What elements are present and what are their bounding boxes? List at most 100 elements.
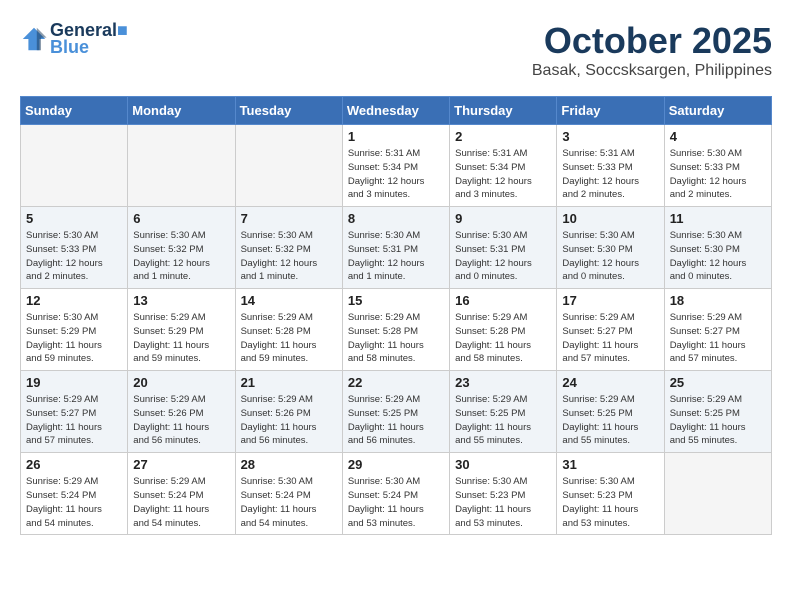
table-row: 5Sunrise: 5:30 AM Sunset: 5:33 PM Daylig… [21,207,128,289]
col-friday: Friday [557,97,664,125]
table-row: 8 Sunrise: 5:30 AM Sunset: 5:31 PM Daylig… [342,207,449,289]
table-row: 31 Sunrise: 5:30 AM Sunset: 5:23 PM Dayli… [557,453,664,535]
table-row: 7 Sunrise: 5:30 AM Sunset: 5:32 PM Daylig… [235,207,342,289]
table-row: 22 Sunrise: 5:29 AM Sunset: 5:25 PM Dayli… [342,371,449,453]
day-number: 30 [455,457,551,472]
day-info: Sunrise: 5:31 AM Sunset: 5:33 PM Dayligh… [562,147,658,202]
day-info: Sunrise: 5:29 AM Sunset: 5:27 PM Dayligh… [670,311,766,366]
calendar-week-row: 19 Sunrise: 5:29 AM Sunset: 5:27 PM Dayli… [21,371,772,453]
day-info: Sunrise: 5:30 AM Sunset: 5:30 PM Dayligh… [670,229,766,284]
day-info: Sunrise: 5:30 AM Sunset: 5:33 PM Dayligh… [26,229,122,284]
calendar-week-row: 1 Sunrise: 5:31 AM Sunset: 5:34 PM Daylig… [21,125,772,207]
day-number: 22 [348,375,444,390]
table-row: 9 Sunrise: 5:30 AM Sunset: 5:31 PM Daylig… [450,207,557,289]
day-number: 23 [455,375,551,390]
month-title: October 2025 [532,20,772,62]
table-row: 27 Sunrise: 5:29 AM Sunset: 5:24 PM Dayli… [128,453,235,535]
day-info: Sunrise: 5:29 AM Sunset: 5:29 PM Dayligh… [133,311,229,366]
table-row [664,453,771,535]
table-row: 6Sunrise: 5:30 AM Sunset: 5:32 PM Daylig… [128,207,235,289]
day-number: 14 [241,293,337,308]
day-info: Sunrise: 5:30 AM Sunset: 5:33 PM Dayligh… [670,147,766,202]
calendar-week-row: 12 Sunrise: 5:30 AM Sunset: 5:29 PM Dayli… [21,289,772,371]
table-row: 15Sunrise: 5:29 AM Sunset: 5:28 PM Dayli… [342,289,449,371]
day-number: 9 [455,211,551,226]
day-number: 19 [26,375,122,390]
table-row [128,125,235,207]
table-row: 16 Sunrise: 5:29 AM Sunset: 5:28 PM Dayli… [450,289,557,371]
day-info: Sunrise: 5:31 AM Sunset: 5:34 PM Dayligh… [455,147,551,202]
day-info: Sunrise: 5:29 AM Sunset: 5:24 PM Dayligh… [26,475,122,530]
calendar-header-row: Sunday Monday Tuesday Wednesday Thursday… [21,97,772,125]
day-number: 17 [562,293,658,308]
table-row: 12 Sunrise: 5:30 AM Sunset: 5:29 PM Dayli… [21,289,128,371]
day-number: 2 [455,129,551,144]
day-number: 4 [670,129,766,144]
day-number: 18 [670,293,766,308]
table-row: 29 Sunrise: 5:30 AM Sunset: 5:24 PM Dayli… [342,453,449,535]
day-number: 16 [455,293,551,308]
day-number: 25 [670,375,766,390]
title-block: October 2025 Basak, Soccsksargen, Philip… [532,20,772,80]
day-info: Sunrise: 5:31 AM Sunset: 5:34 PM Dayligh… [348,147,444,202]
day-info: Sunrise: 5:29 AM Sunset: 5:25 PM Dayligh… [562,393,658,448]
day-number: 8 [348,211,444,226]
table-row: 4 Sunrise: 5:30 AM Sunset: 5:33 PM Daylig… [664,125,771,207]
day-info: Sunrise: 5:29 AM Sunset: 5:25 PM Dayligh… [455,393,551,448]
col-sunday: Sunday [21,97,128,125]
table-row: 30Sunrise: 5:30 AM Sunset: 5:23 PM Dayli… [450,453,557,535]
day-number: 29 [348,457,444,472]
col-tuesday: Tuesday [235,97,342,125]
table-row: 20 Sunrise: 5:29 AM Sunset: 5:26 PM Dayli… [128,371,235,453]
day-info: Sunrise: 5:29 AM Sunset: 5:27 PM Dayligh… [562,311,658,366]
table-row: 26 Sunrise: 5:29 AM Sunset: 5:24 PM Dayli… [21,453,128,535]
col-thursday: Thursday [450,97,557,125]
day-info: Sunrise: 5:29 AM Sunset: 5:25 PM Dayligh… [670,393,766,448]
day-number: 13 [133,293,229,308]
day-number: 7 [241,211,337,226]
day-number: 28 [241,457,337,472]
page-header: General■ Blue October 2025 Basak, Soccsk… [20,20,772,80]
day-info: Sunrise: 5:29 AM Sunset: 5:28 PM Dayligh… [455,311,551,366]
table-row [21,125,128,207]
day-info: Sunrise: 5:30 AM Sunset: 5:24 PM Dayligh… [348,475,444,530]
day-number: 20 [133,375,229,390]
day-info: Sunrise: 5:30 AM Sunset: 5:24 PM Dayligh… [241,475,337,530]
day-info: Sunrise: 5:29 AM Sunset: 5:24 PM Dayligh… [133,475,229,530]
col-saturday: Saturday [664,97,771,125]
day-info: Sunrise: 5:30 AM Sunset: 5:31 PM Dayligh… [455,229,551,284]
day-number: 31 [562,457,658,472]
day-number: 27 [133,457,229,472]
day-info: Sunrise: 5:29 AM Sunset: 5:26 PM Dayligh… [133,393,229,448]
table-row [235,125,342,207]
day-number: 6 [133,211,229,226]
day-number: 12 [26,293,122,308]
table-row: 19 Sunrise: 5:29 AM Sunset: 5:27 PM Dayli… [21,371,128,453]
day-info: Sunrise: 5:30 AM Sunset: 5:23 PM Dayligh… [562,475,658,530]
day-info: Sunrise: 5:29 AM Sunset: 5:26 PM Dayligh… [241,393,337,448]
day-info: Sunrise: 5:30 AM Sunset: 5:32 PM Dayligh… [241,229,337,284]
day-number: 1 [348,129,444,144]
day-info: Sunrise: 5:30 AM Sunset: 5:29 PM Dayligh… [26,311,122,366]
logo-icon [20,25,48,53]
table-row: 11Sunrise: 5:30 AM Sunset: 5:30 PM Dayli… [664,207,771,289]
day-number: 24 [562,375,658,390]
day-number: 21 [241,375,337,390]
table-row: 10Sunrise: 5:30 AM Sunset: 5:30 PM Dayli… [557,207,664,289]
day-number: 3 [562,129,658,144]
table-row: 24 Sunrise: 5:29 AM Sunset: 5:25 PM Dayli… [557,371,664,453]
location: Basak, Soccsksargen, Philippines [532,62,772,80]
table-row: 23 Sunrise: 5:29 AM Sunset: 5:25 PM Dayli… [450,371,557,453]
day-number: 26 [26,457,122,472]
day-info: Sunrise: 5:29 AM Sunset: 5:28 PM Dayligh… [348,311,444,366]
table-row: 21 Sunrise: 5:29 AM Sunset: 5:26 PM Dayli… [235,371,342,453]
logo: General■ Blue [20,20,128,58]
table-row: 18 Sunrise: 5:29 AM Sunset: 5:27 PM Dayli… [664,289,771,371]
calendar: Sunday Monday Tuesday Wednesday Thursday… [20,96,772,535]
day-info: Sunrise: 5:29 AM Sunset: 5:27 PM Dayligh… [26,393,122,448]
day-info: Sunrise: 5:29 AM Sunset: 5:25 PM Dayligh… [348,393,444,448]
col-monday: Monday [128,97,235,125]
calendar-week-row: 5Sunrise: 5:30 AM Sunset: 5:33 PM Daylig… [21,207,772,289]
day-info: Sunrise: 5:30 AM Sunset: 5:31 PM Dayligh… [348,229,444,284]
day-number: 10 [562,211,658,226]
